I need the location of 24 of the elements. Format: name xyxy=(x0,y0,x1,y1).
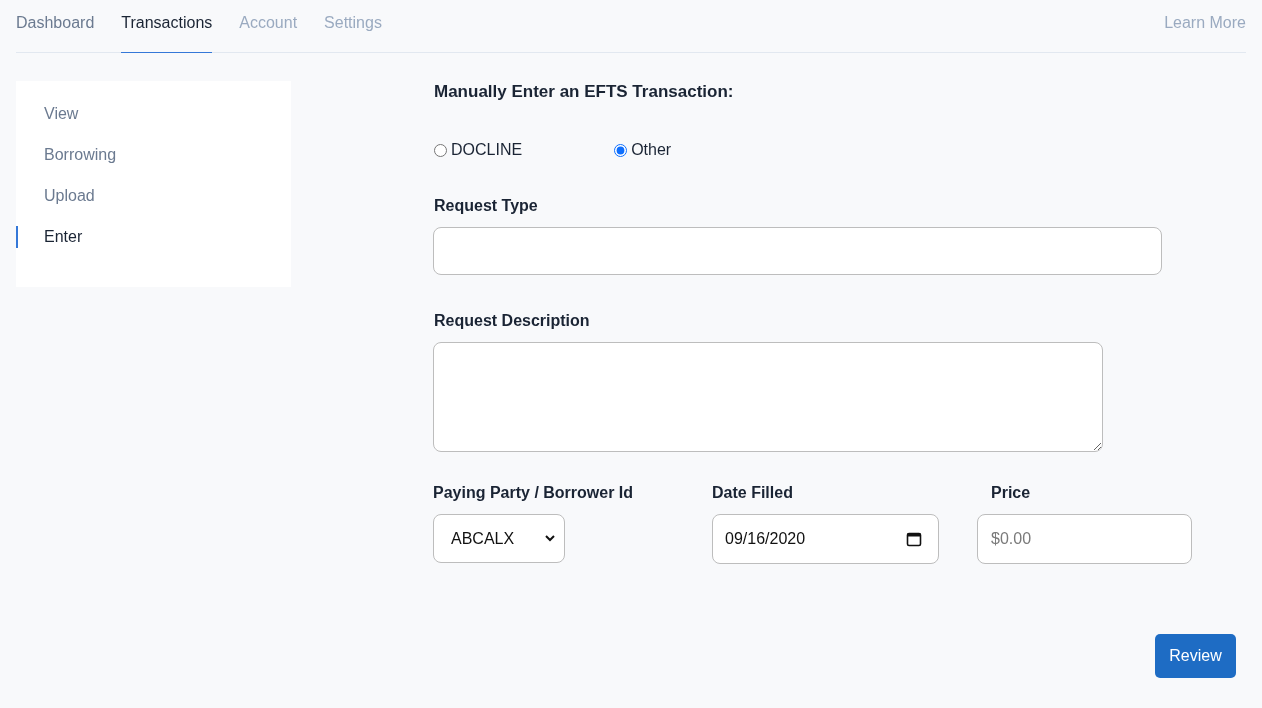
sidebar-item[interactable]: Borrowing xyxy=(16,144,117,166)
request-description-field[interactable] xyxy=(433,342,1103,452)
sidebar-item[interactable]: View xyxy=(16,103,79,125)
radio-button[interactable] xyxy=(614,143,628,157)
radio-label[interactable]: Other xyxy=(631,141,672,159)
paying-party-select[interactable]: ABCALX xyxy=(433,514,565,563)
sidebar-item[interactable]: Upload xyxy=(16,185,95,207)
request-type-field[interactable] xyxy=(433,227,1162,275)
calendar-icon xyxy=(906,531,922,547)
field-label: Price xyxy=(990,483,1032,503)
price-field[interactable]: $0.00 xyxy=(977,514,1192,564)
chevron-down-icon xyxy=(545,535,555,542)
radio-button[interactable] xyxy=(434,143,447,157)
date-filled-field[interactable]: 09/16/2020 xyxy=(712,514,939,564)
nav-tab[interactable]: Transactions xyxy=(121,0,213,53)
review-button[interactable]: Review xyxy=(1155,634,1236,678)
field-label: Request Type xyxy=(434,196,539,216)
form-title: Manually Enter an EFTS Transaction: xyxy=(434,81,735,103)
field-label: Date Filled xyxy=(712,483,794,503)
sidebar-item[interactable]: Enter xyxy=(16,226,83,248)
field-label: Request Description xyxy=(434,311,591,331)
nav-tab[interactable]: Dashboard xyxy=(16,0,95,53)
radio-label[interactable]: DOCLINE xyxy=(451,141,523,159)
field-label: Paying Party / Borrower Id xyxy=(433,483,635,503)
